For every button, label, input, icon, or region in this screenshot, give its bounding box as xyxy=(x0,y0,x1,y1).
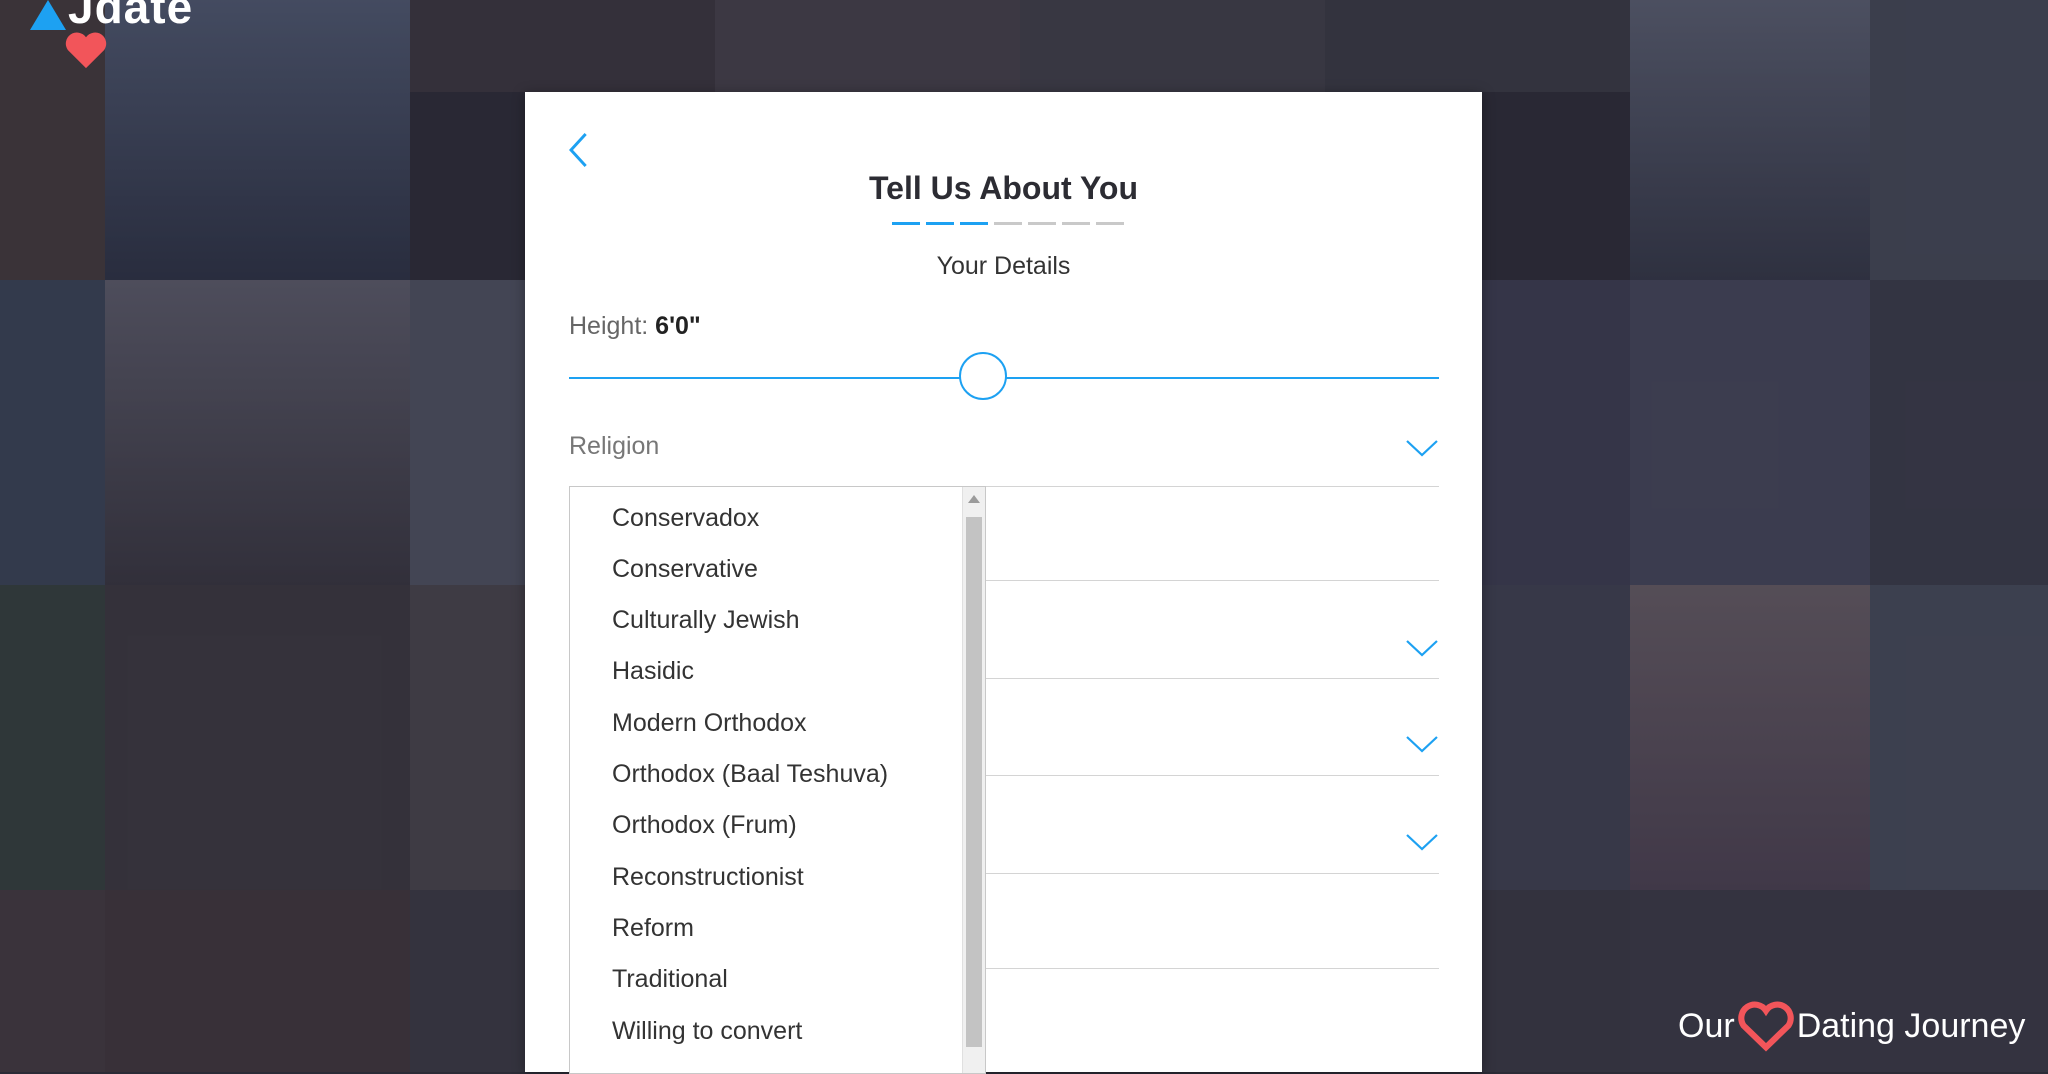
logo-text: Jdate xyxy=(68,0,194,33)
back-arrow-icon[interactable] xyxy=(565,130,593,170)
chevron-down-icon[interactable] xyxy=(1405,832,1439,852)
progress-step xyxy=(994,222,1022,225)
jdate-logo[interactable]: Jdate xyxy=(26,0,226,76)
religion-option[interactable]: Reconstructionist xyxy=(612,863,804,892)
religion-option[interactable]: Willing to convert xyxy=(612,1017,802,1046)
religion-option[interactable]: Orthodox (Baal Teshuva) xyxy=(612,760,888,789)
religion-option[interactable]: Hasidic xyxy=(612,657,694,686)
religion-option[interactable]: Culturally Jewish xyxy=(612,606,800,635)
religion-option[interactable]: Reform xyxy=(612,914,694,943)
our-dating-journey-brand[interactable]: Our Dating Journey xyxy=(1678,1000,2025,1052)
height-value: 6'0" xyxy=(655,312,701,340)
progress-step xyxy=(926,222,954,225)
religion-option[interactable]: Conservadox xyxy=(612,504,759,533)
religion-select[interactable]: Religion xyxy=(569,432,1439,487)
religion-dropdown-list[interactable]: Conservadox Conservative Culturally Jewi… xyxy=(569,486,986,1074)
step-progress-indicator xyxy=(892,222,1124,225)
scrollbar-thumb[interactable] xyxy=(966,517,982,1047)
progress-step xyxy=(960,222,988,225)
brand-text-our: Our xyxy=(1678,1006,1735,1045)
height-label: Height: xyxy=(569,312,649,340)
progress-step xyxy=(1028,222,1056,225)
chevron-down-icon[interactable] xyxy=(1405,734,1439,754)
chevron-down-icon[interactable] xyxy=(1405,638,1439,658)
religion-option[interactable]: Conservative xyxy=(612,555,758,584)
page-title: Tell Us About You xyxy=(868,170,1139,206)
heart-outline-icon xyxy=(1737,1001,1794,1052)
religion-option[interactable]: Traditional xyxy=(612,965,728,994)
profile-details-modal: Tell Us About You Your Details Height: 6… xyxy=(525,92,1482,1074)
progress-step xyxy=(1096,222,1124,225)
logo-triangle-icon xyxy=(30,0,66,30)
religion-option[interactable]: Orthodox (Frum) xyxy=(612,811,797,840)
progress-step xyxy=(1062,222,1090,225)
heart-icon xyxy=(65,32,107,69)
religion-label: Religion xyxy=(569,432,660,460)
height-label-row: Height: 6'0" xyxy=(569,312,701,341)
religion-option[interactable]: Modern Orthodox xyxy=(612,709,807,738)
chevron-down-icon[interactable] xyxy=(1405,438,1439,458)
dropdown-scrollbar[interactable] xyxy=(962,487,985,1073)
scroll-up-arrow-icon[interactable] xyxy=(968,495,980,503)
height-slider-handle[interactable] xyxy=(959,352,1007,400)
section-subtitle: Your Details xyxy=(936,252,1071,280)
brand-text-dating-journey: Dating Journey xyxy=(1796,1006,2026,1045)
progress-step xyxy=(892,222,920,225)
